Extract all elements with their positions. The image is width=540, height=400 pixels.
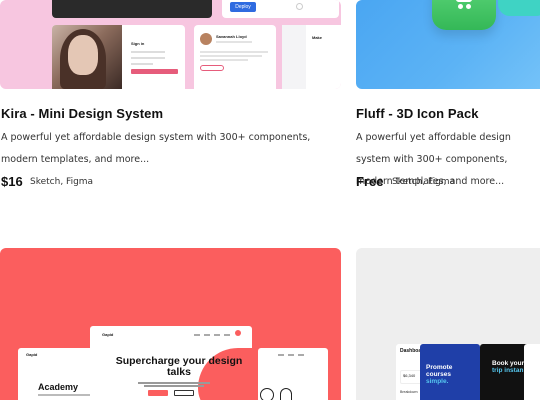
- preview-landing-page: Gapid Supercharge your design talks: [90, 326, 252, 400]
- circle-icon: [296, 3, 303, 10]
- product-price: $16: [1, 174, 23, 189]
- preview-deploy-button: Deploy: [230, 2, 256, 12]
- preview-extra-screen: [524, 344, 540, 400]
- preview-dark-window: [52, 0, 212, 18]
- preview-promo-screen: Promote courses simple.: [420, 344, 480, 400]
- product-thumbnail[interactable]: Gapid Academy Gapid Supercharge your des…: [0, 248, 341, 400]
- preview-landing-heading: Supercharge your design talks: [115, 355, 243, 378]
- avatar: [200, 33, 212, 45]
- product-thumbnail[interactable]: [356, 0, 540, 89]
- preview-booking-heading: Book your trip instan: [492, 360, 525, 374]
- preview-academy-heading: Academy: [38, 382, 79, 392]
- preview-profile-card: Savannah Lloyd: [194, 25, 276, 89]
- preview-side-page: [258, 348, 328, 400]
- preview-dashboard-heading: Make: [312, 35, 323, 40]
- preview-signin-label: Sign in: [131, 41, 145, 46]
- preview-dashboard: Make: [282, 25, 341, 89]
- clock-icon: [260, 388, 274, 400]
- preview-pill-button: [200, 65, 224, 71]
- preview-secondary-button: [174, 390, 194, 396]
- preview-deploy-window: Deploy: [222, 0, 339, 18]
- avatar: [235, 330, 241, 336]
- cart-3d-icon: [432, 0, 496, 30]
- preview-dashboard-sub: Breakdown: [400, 390, 418, 394]
- preview-portrait-image: [52, 25, 122, 89]
- product-description: A powerful yet affordable design system …: [1, 132, 311, 165]
- product-title[interactable]: Fluff - 3D Icon Pack: [356, 106, 479, 121]
- product-tools: Sketch, Figma: [30, 177, 94, 187]
- preview-profile-name: Savannah Lloyd: [216, 34, 247, 39]
- preview-login-screen: Sign in: [52, 25, 185, 89]
- product-title[interactable]: Kira - Mini Design System: [1, 106, 163, 121]
- product-tools: Sketch, Figma: [392, 177, 456, 187]
- product-price: Free: [356, 174, 384, 189]
- teal-3d-icon: [498, 0, 540, 16]
- preview-booking-screen: Book your trip instan: [480, 344, 530, 400]
- preview-primary-button: [148, 390, 168, 396]
- preview-login-form: Sign in: [128, 25, 185, 89]
- product-thumbnail[interactable]: Dashboard $6,340 Breakdown Promote cours…: [356, 248, 540, 400]
- preview-signin-button: [131, 69, 178, 74]
- preview-promo-heading: Promote courses simple.: [426, 364, 453, 385]
- product-thumbnail[interactable]: Deploy Sign in Savannah Lloyd Make: [0, 0, 341, 89]
- person-icon: [280, 388, 292, 400]
